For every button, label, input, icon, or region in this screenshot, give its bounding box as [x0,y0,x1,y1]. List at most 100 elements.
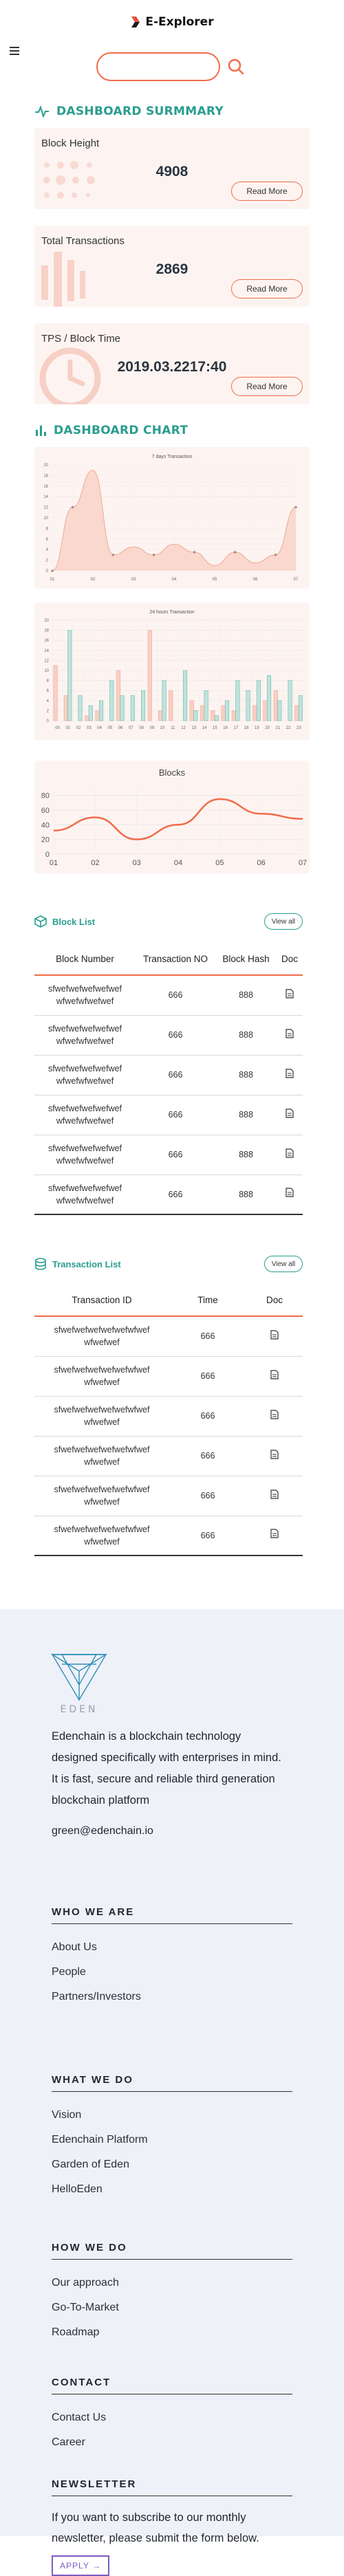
document-icon[interactable] [286,1188,294,1197]
doc-cell[interactable] [277,1095,303,1135]
area-chart: 7 days Transaction0246810121416182001 02 0… [43,455,299,582]
block-number-cell[interactable]: sfwefwefwefwefwef wfwefwfwefwef [34,1015,136,1056]
table-row[interactable]: sfwefwefwefwefwefwfwef wfwefwef 666 [34,1516,303,1556]
footer-section-heading: WHAT WE DO [52,2074,292,2092]
doc-cell[interactable] [246,1316,303,1357]
document-icon[interactable] [286,1068,294,1078]
bar [183,670,188,721]
transaction-id-cell[interactable]: sfwefwefwefwefwefwfwef wfwefwef [34,1476,169,1516]
doc-cell[interactable] [277,975,303,1016]
read-more-button[interactable]: Read More [231,279,303,298]
block-number-cell[interactable]: sfwefwefwefwefwef wfwefwfwefwef [34,1175,136,1215]
document-icon[interactable] [270,1409,279,1419]
read-more-button[interactable]: Read More [231,182,303,201]
transaction-id-cell[interactable]: sfwefwefwefwefwefwfwef wfwefwef [34,1316,169,1357]
document-icon[interactable] [270,1330,279,1340]
bar [88,705,93,721]
document-icon[interactable] [286,989,294,998]
bar [85,715,89,721]
footer-email-link[interactable]: green@edenchain.io [52,1825,153,1837]
x-tick-label: 02 [91,578,96,582]
search-input[interactable] [96,52,220,81]
footer-link-about-us[interactable]: About Us [52,1935,292,1960]
document-icon[interactable] [286,1148,294,1158]
footer-link-contact-us[interactable]: Contact Us [52,2405,292,2430]
transaction-id-cell[interactable]: sfwefwefwefwefwefwfwef wfwefwef [34,1396,169,1437]
y-tick-label: 60 [41,807,50,815]
doc-cell[interactable] [246,1396,303,1437]
table-row[interactable]: sfwefwefwefwefwefwfwef wfwefwef 666 [34,1436,303,1476]
table-row[interactable]: sfwefwefwefwefwef wfwefwfwefwef 666 888 [34,975,303,1016]
doc-cell[interactable] [246,1356,303,1397]
table-row[interactable]: sfwefwefwefwefwefwfwef wfwefwef 666 [34,1316,303,1357]
document-icon[interactable] [270,1489,279,1499]
block-number-cell[interactable]: sfwefwefwefwefwef wfwefwfwefwef [34,1055,136,1095]
footer-link-go-to-market[interactable]: Go-To-Market [52,2295,292,2320]
footer-link-career[interactable]: Career [52,2430,292,2455]
table-row[interactable]: sfwefwefwefwefwefwfwef wfwefwef 666 [34,1356,303,1397]
document-icon[interactable] [270,1529,279,1538]
search-icon[interactable] [227,58,245,76]
table-row[interactable]: sfwefwefwefwefwef wfwefwfwefwef 666 888 [34,1055,303,1095]
stat-label: TPS / Block Time [41,333,121,345]
tx-list-header: Transaction List View all [34,1256,303,1272]
doc-cell[interactable] [277,1175,303,1215]
x-tick-label: 20 [265,726,270,730]
bar [277,700,282,721]
table-row[interactable]: sfwefwefwefwefwef wfwefwfwefwef 666 888 [34,1015,303,1056]
footer-link-garden[interactable]: Garden of Eden [52,2152,292,2177]
footer-link-people[interactable]: People [52,1960,292,1985]
y-tick-label: 0 [45,851,50,859]
transaction-id-cell[interactable]: sfwefwefwefwefwefwfwef wfwefwef [34,1516,169,1556]
footer-link-helloeden[interactable]: HelloEden [52,2177,292,2202]
block-hash-cell: 888 [215,1055,277,1095]
doc-cell[interactable] [246,1476,303,1516]
document-icon[interactable] [286,1108,294,1118]
block-number-cell[interactable]: sfwefwefwefwefwef wfwefwfwefwef [34,975,136,1016]
doc-cell[interactable] [246,1516,303,1556]
block-hash-cell: 888 [215,1135,277,1175]
document-icon[interactable] [270,1369,279,1379]
block-number-cell[interactable]: sfwefwefwefwefwef wfwefwfwefwef [34,1135,136,1175]
document-icon[interactable] [286,1028,294,1038]
table-header-row: Transaction ID Time Doc [34,1285,303,1317]
data-point [111,554,115,556]
view-all-blocks-button[interactable]: View all [264,913,303,930]
table-header-row: Block Number Transaction NO Block Hash D… [34,943,303,976]
y-tick-label: 40 [41,821,50,829]
table-row[interactable]: sfwefwefwefwefwef wfwefwfwefwef 666 888 [34,1175,303,1215]
apply-button[interactable]: APPLY → [52,2555,109,2576]
col-doc: Doc [246,1285,303,1317]
y-tick-label: 16 [44,639,49,643]
footer-link-platform[interactable]: Edenchain Platform [52,2128,292,2152]
document-icon[interactable] [270,1449,279,1459]
footer-link-vision[interactable]: Vision [52,2103,292,2128]
eden-logo[interactable]: EDEN [48,1650,110,1720]
x-tick-label: 02 [91,859,99,867]
doc-cell[interactable] [277,1135,303,1175]
footer-link-approach[interactable]: Our approach [52,2271,292,2295]
view-all-transactions-button[interactable]: View all [264,1256,303,1272]
table-row[interactable]: sfwefwefwefwefwefwfwef wfwefwef 666 [34,1396,303,1437]
bar [298,695,303,721]
read-more-button[interactable]: Read More [231,377,303,396]
y-tick-label: 80 [41,792,50,800]
transaction-id-cell[interactable]: sfwefwefwefwefwefwfwef wfwefwef [34,1356,169,1397]
bar [99,700,104,721]
doc-cell[interactable] [246,1436,303,1476]
block-number-cell[interactable]: sfwefwefwefwefwef wfwefwfwefwef [34,1095,136,1135]
brand[interactable]: E-Explorer [0,15,344,29]
table-row[interactable]: sfwefwefwefwefwef wfwefwfwefwef 666 888 [34,1135,303,1175]
footer-link-roadmap[interactable]: Roadmap [52,2320,292,2345]
footer-section-heading: HOW WE DO [52,2242,292,2260]
stat-label: Total Transactions [41,235,125,247]
transaction-id-cell[interactable]: sfwefwefwefwefwefwfwef wfwefwef [34,1436,169,1476]
footer-link-partners[interactable]: Partners/Investors [52,1985,292,2009]
table-row[interactable]: sfwefwefwefwefwefwfwef wfwefwef 666 [34,1476,303,1516]
doc-cell[interactable] [277,1055,303,1095]
block-list-title: Block List [52,916,96,927]
doc-cell[interactable] [277,1015,303,1056]
bar [235,680,240,721]
table-row[interactable]: sfwefwefwefwefwef wfwefwfwefwef 666 888 [34,1095,303,1135]
hamburger-menu-icon[interactable] [10,47,19,55]
